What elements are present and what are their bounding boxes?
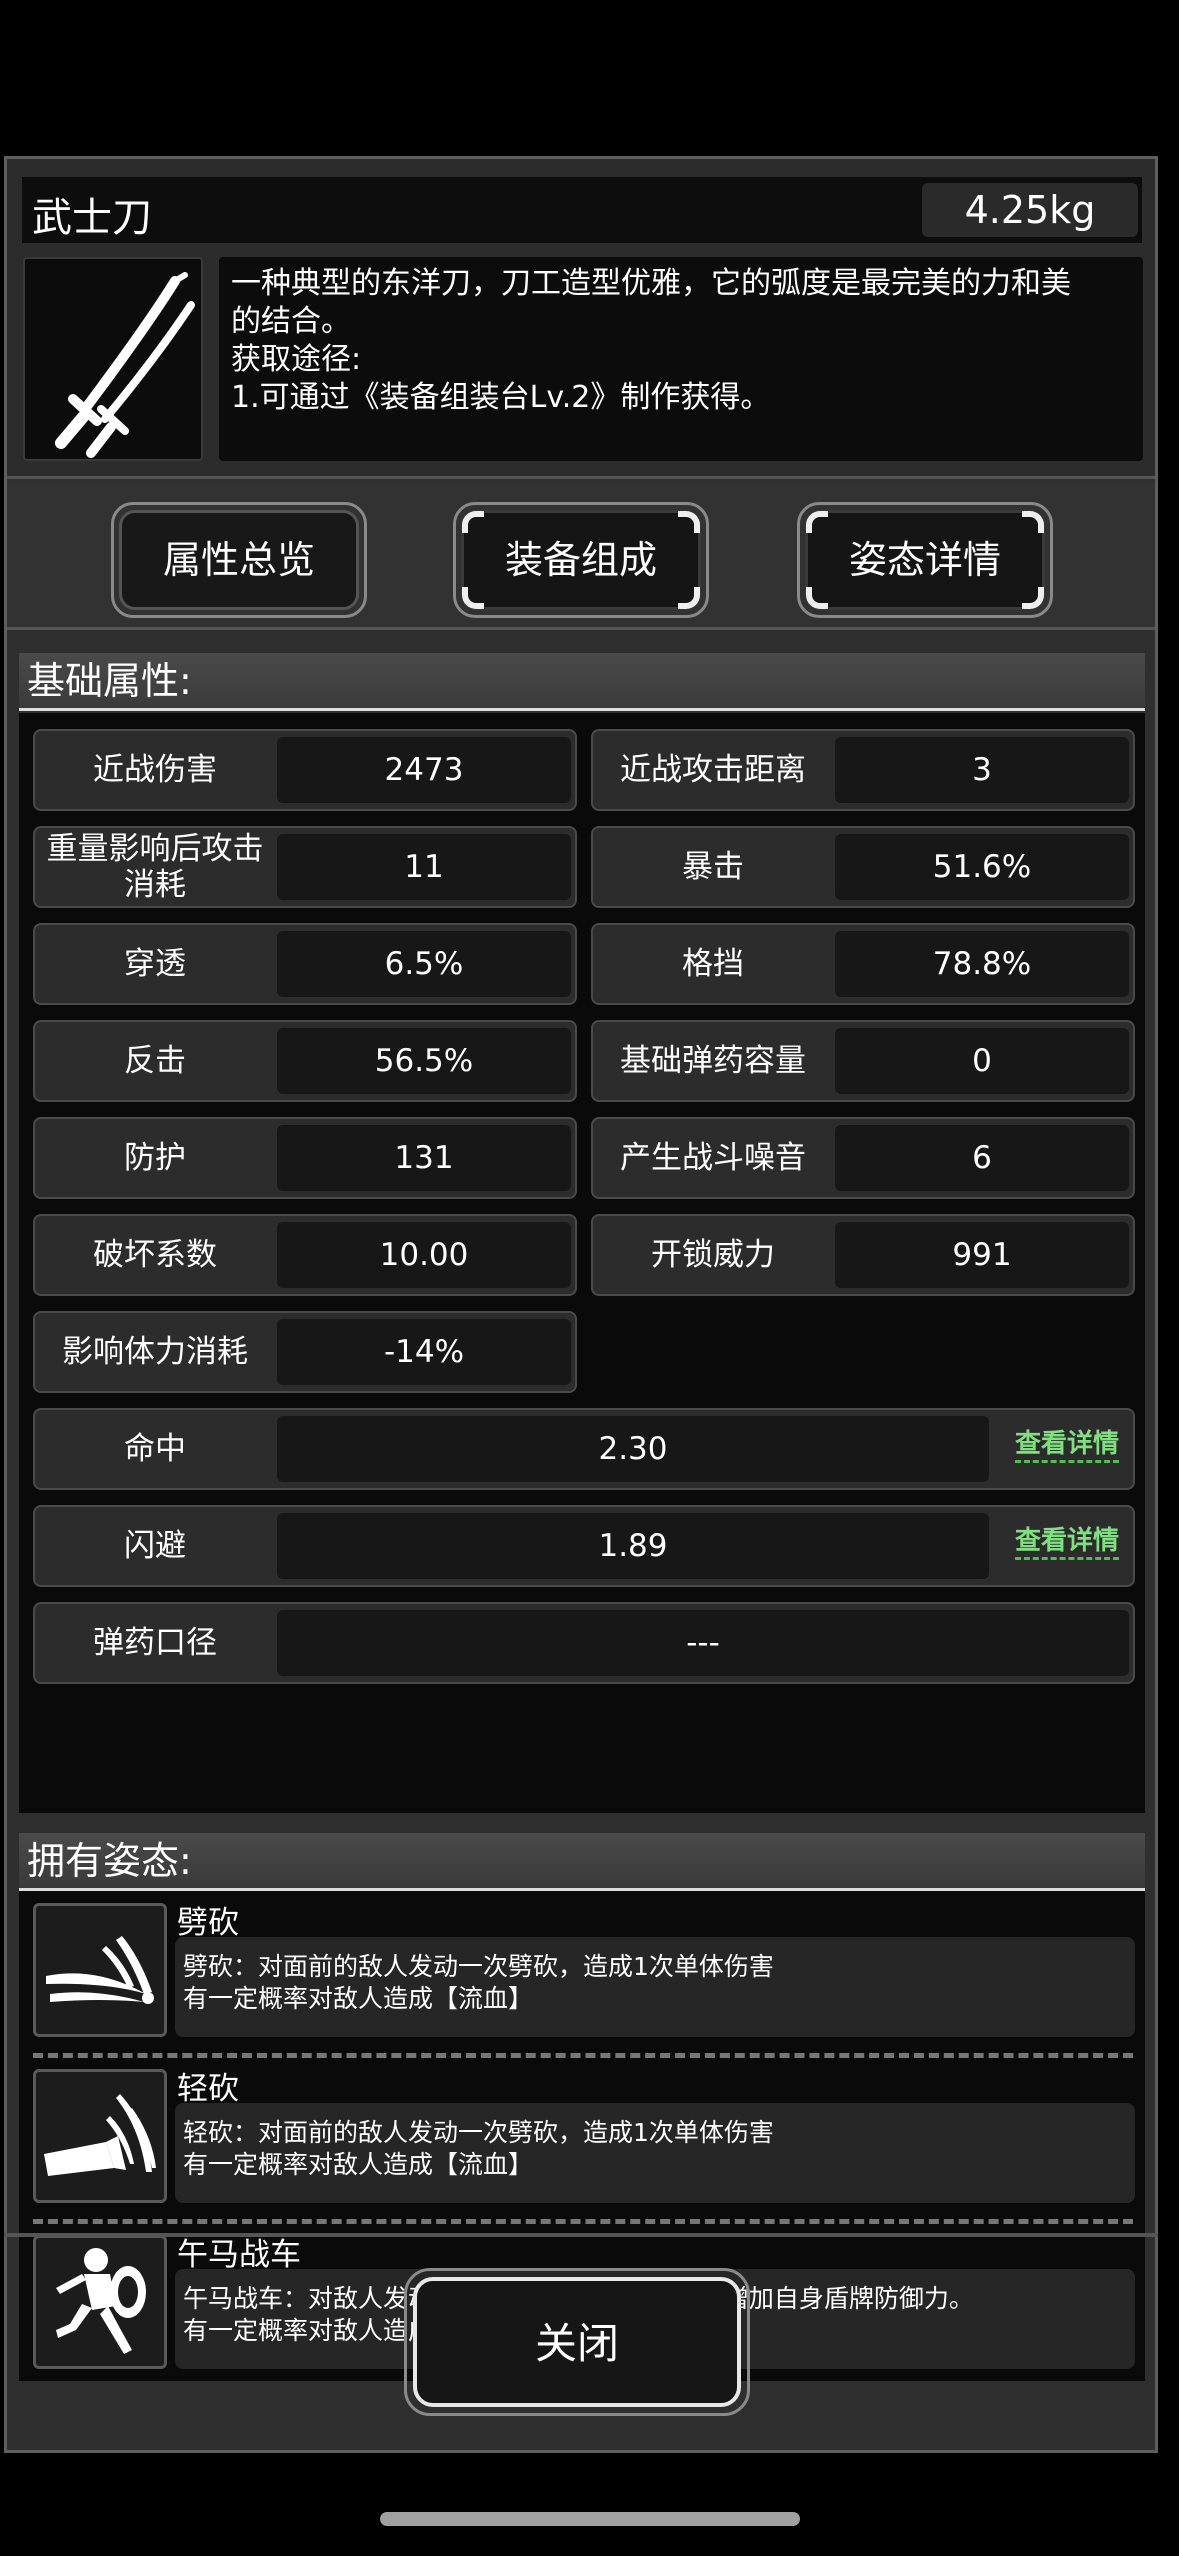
stat-ammo-capacity: 基础弹药容量 0: [591, 1020, 1135, 1102]
stance-name: 轻砍: [177, 2071, 239, 2107]
stat-value: 2.30: [277, 1416, 989, 1482]
item-name: 武士刀: [32, 195, 152, 241]
stance-description: 轻砍：对面前的敌人发动一次劈砍，造成1次单体伤害 有一定概率对敌人造成【流血】: [175, 2103, 1135, 2203]
close-button-label: 关闭: [413, 2277, 741, 2407]
stat-label: 命中: [124, 1431, 186, 1467]
stat-label: 产生战斗噪音: [620, 1140, 806, 1176]
description-line: 的结合。: [231, 304, 351, 339]
base-attributes-header: 基础属性:: [19, 653, 1145, 711]
stat-evasion: 闪避 1.89 查看详情: [33, 1505, 1135, 1587]
stat-melee-range: 近战攻击距离 3: [591, 729, 1135, 811]
stat-value: 11: [277, 834, 571, 900]
tab-bar: 属性总览 装备组成 姿态详情: [7, 482, 1155, 630]
stat-label: 格挡: [682, 946, 744, 982]
stance-description: 劈砍：对面前的敌人发动一次劈砍，造成1次单体伤害 有一定概率对敌人造成【流血】: [175, 1937, 1135, 2037]
stat-value: 51.6%: [835, 834, 1129, 900]
description-line: 一种典型的东洋刀，刀工造型优雅，它的弧度是最完美的力和美: [231, 266, 1071, 301]
stat-value: 78.8%: [835, 931, 1129, 997]
corner-decoration: [678, 587, 700, 609]
stance-item[interactable]: 轻砍 轻砍：对面前的敌人发动一次劈砍，造成1次单体伤害 有一定概率对敌人造成【流…: [19, 2057, 1145, 2223]
stat-weight-attack-cost: 重量影响后攻击 消耗 11: [33, 826, 577, 908]
stat-block: 格挡 78.8%: [591, 923, 1135, 1005]
accuracy-details-link[interactable]: 查看详情: [1014, 1428, 1119, 1463]
stance-description-line: 有一定概率对敌人造成【流血】: [183, 2150, 534, 2179]
footer-separator: [4, 2233, 1158, 2237]
stat-lockpick-power: 开锁威力 991: [591, 1214, 1135, 1296]
stance-description-line: 有一定概率对敌人造成【流血】: [183, 1984, 534, 2013]
light-slash-icon: [33, 2069, 167, 2203]
stance-description-line: 劈砍：对面前的敌人发动一次劈砍，造成1次单体伤害: [183, 1952, 774, 1981]
title-bar: 武士刀 4.25kg: [22, 177, 1142, 243]
item-detail-panel: 武士刀 4.25kg 一种典型的东洋刀，刀工造型优雅，它的弧度是最完美的力和美 …: [4, 156, 1158, 2453]
stat-label: 近战伤害: [93, 752, 217, 788]
close-button[interactable]: 关闭: [404, 2268, 750, 2416]
tab-components[interactable]: 装备组成: [453, 502, 709, 618]
stat-value: 1.89: [277, 1513, 989, 1579]
tab-overview-label: 属性总览: [119, 510, 359, 610]
stat-label: 暴击: [682, 849, 744, 885]
stat-value: 10.00: [277, 1222, 571, 1288]
stat-label: 基础弹药容量: [620, 1043, 806, 1079]
stat-value: 131: [277, 1125, 571, 1191]
stat-combat-noise: 产生战斗噪音 6: [591, 1117, 1135, 1199]
stat-label: 闪避: [124, 1528, 186, 1564]
stat-label: 重量影响后攻击 消耗: [46, 831, 264, 903]
stat-label: 破坏系数: [93, 1237, 217, 1273]
corner-decoration: [1022, 587, 1044, 609]
stat-ammo-caliber: 弹药口径 ---: [33, 1602, 1135, 1684]
stat-label: 穿透: [124, 946, 186, 982]
stance-description-line: 轻砍：对面前的敌人发动一次劈砍，造成1次单体伤害: [183, 2118, 774, 2147]
stat-label: 防护: [124, 1140, 186, 1176]
description-line: 获取途径:: [231, 342, 362, 377]
stat-value: 2473: [277, 737, 571, 803]
evasion-details-link[interactable]: 查看详情: [1014, 1525, 1119, 1560]
stat-stamina-cost: 影响体力消耗 -14%: [33, 1311, 577, 1393]
stat-value: ---: [277, 1610, 1129, 1676]
slash-icon: [33, 1903, 167, 2037]
stat-label: 开锁威力: [651, 1237, 775, 1273]
corner-decoration: [806, 511, 828, 533]
stance-name: 劈砍: [177, 1905, 239, 1941]
stat-label: 弹药口径: [93, 1625, 217, 1661]
stat-counter: 反击 56.5%: [33, 1020, 577, 1102]
stance-item[interactable]: 劈砍 劈砍：对面前的敌人发动一次劈砍，造成1次单体伤害 有一定概率对敌人造成【流…: [19, 1891, 1145, 2057]
stat-penetration: 穿透 6.5%: [33, 923, 577, 1005]
stances-header: 拥有姿态:: [19, 1833, 1145, 1891]
home-indicator[interactable]: [380, 2512, 800, 2526]
stat-label: 反击: [124, 1043, 186, 1079]
stat-value: 6.5%: [277, 931, 571, 997]
stat-melee-damage: 近战伤害 2473: [33, 729, 577, 811]
stat-accuracy: 命中 2.30 查看详情: [33, 1408, 1135, 1490]
stat-defense: 防护 131: [33, 1117, 577, 1199]
item-weight: 4.25kg: [922, 183, 1138, 237]
stat-value: 56.5%: [277, 1028, 571, 1094]
corner-decoration: [462, 511, 484, 533]
stat-destruction: 破坏系数 10.00: [33, 1214, 577, 1296]
stat-label: 影响体力消耗: [62, 1334, 248, 1370]
stat-critical: 暴击 51.6%: [591, 826, 1135, 908]
stat-value: 0: [835, 1028, 1129, 1094]
tab-overview[interactable]: 属性总览: [111, 502, 367, 618]
stat-label: 近战攻击距离: [620, 752, 806, 788]
tab-stances[interactable]: 姿态详情: [797, 502, 1053, 618]
item-description: 一种典型的东洋刀，刀工造型优雅，它的弧度是最完美的力和美 的结合。 获取途径: …: [219, 257, 1143, 461]
katana-icon: [23, 257, 203, 461]
stat-value: 3: [835, 737, 1129, 803]
stat-value: 991: [835, 1222, 1129, 1288]
description-line: 1.可通过《装备组装台Lv.2》制作获得。: [231, 380, 771, 415]
item-header: 武士刀 4.25kg 一种典型的东洋刀，刀工造型优雅，它的弧度是最完美的力和美 …: [7, 159, 1155, 479]
attribute-list[interactable]: 近战伤害 2473 近战攻击距离 3 重量影响后攻击 消耗 11 暴击 51.6…: [19, 713, 1145, 1813]
stat-value: -14%: [277, 1319, 571, 1385]
stat-value: 6: [835, 1125, 1129, 1191]
shield-charge-icon: [33, 2235, 167, 2369]
tab-components-label: 装备组成: [461, 510, 701, 610]
tab-stances-label: 姿态详情: [805, 510, 1045, 610]
